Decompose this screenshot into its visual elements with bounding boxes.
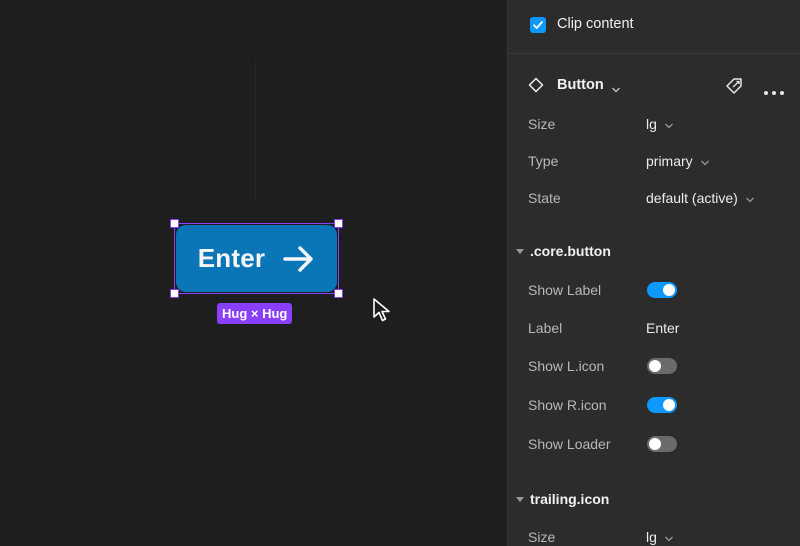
mouse-pointer-icon [372, 297, 394, 328]
prop-label-label: Label [528, 320, 563, 336]
show-ricon-toggle[interactable] [647, 397, 677, 413]
properties-panel: Clip content Button Size lg Type primary… [507, 0, 800, 546]
component-instance-header: Button [508, 68, 800, 102]
toggle-knob [663, 284, 675, 296]
check-icon [533, 21, 543, 29]
chevron-down-icon [700, 154, 710, 170]
more-horizontal-icon[interactable] [763, 83, 785, 101]
component-name-dropdown[interactable]: Button [557, 77, 604, 93]
section-trailing-icon-title: trailing.icon [530, 491, 610, 507]
resize-handle-top-left[interactable] [170, 219, 179, 228]
size-select-value: lg [646, 116, 657, 132]
prop-label-show-ricon: Show R.icon [528, 397, 607, 413]
detach-instance-icon[interactable] [724, 76, 744, 101]
size-badge: Hug × Hug [217, 303, 293, 324]
component-diamond-icon [528, 77, 544, 98]
state-select[interactable]: default (active) [646, 190, 755, 207]
enter-button[interactable]: Enter [176, 225, 337, 292]
icon-size-select-value: lg [646, 529, 657, 545]
arrow-right-icon [283, 245, 315, 272]
show-licon-toggle[interactable] [647, 358, 677, 374]
enter-button-label: Enter [197, 243, 266, 273]
chevron-down-icon [664, 117, 674, 133]
toggle-knob [649, 360, 661, 372]
section-core-button[interactable]: .core.button [516, 243, 611, 259]
show-loader-toggle[interactable] [647, 436, 677, 452]
selected-button-frame[interactable]: Enter [170, 219, 343, 298]
resize-handle-bottom-right[interactable] [334, 289, 343, 298]
caret-down-icon [516, 496, 524, 502]
prop-label-type: Type [528, 153, 559, 169]
state-select-value: default (active) [646, 190, 738, 206]
label-text-input[interactable]: Enter [646, 320, 679, 336]
section-core-button-title: .core.button [530, 243, 611, 259]
resize-handle-top-right[interactable] [334, 219, 343, 228]
prop-label-show-label: Show Label [528, 282, 602, 298]
type-select-value: primary [646, 153, 693, 169]
size-select[interactable]: lg [646, 116, 674, 133]
clip-content-label: Clip content [557, 16, 634, 32]
icon-size-select[interactable]: lg [646, 529, 674, 546]
prop-label-state: State [528, 190, 561, 206]
toggle-knob [649, 438, 661, 450]
clip-content-checkbox[interactable] [530, 17, 546, 33]
prop-label-show-licon: Show L.icon [528, 358, 605, 374]
toggle-knob [663, 399, 675, 411]
chevron-down-icon [745, 191, 755, 207]
clip-content-row: Clip content [508, 0, 800, 54]
prop-label-show-loader: Show Loader [528, 436, 611, 452]
chevron-down-icon[interactable] [611, 81, 621, 99]
caret-down-icon [516, 248, 524, 254]
design-canvas[interactable]: Enter Hug × Hug [0, 0, 507, 546]
section-trailing-icon[interactable]: trailing.icon [516, 491, 609, 507]
show-label-toggle[interactable] [647, 282, 677, 298]
resize-handle-bottom-left[interactable] [170, 289, 179, 298]
chevron-down-icon [664, 530, 674, 546]
type-select[interactable]: primary [646, 153, 710, 170]
prop-label-icon-size: Size [528, 529, 556, 545]
canvas-guide-line [255, 60, 256, 200]
prop-label-size: Size [528, 116, 556, 132]
